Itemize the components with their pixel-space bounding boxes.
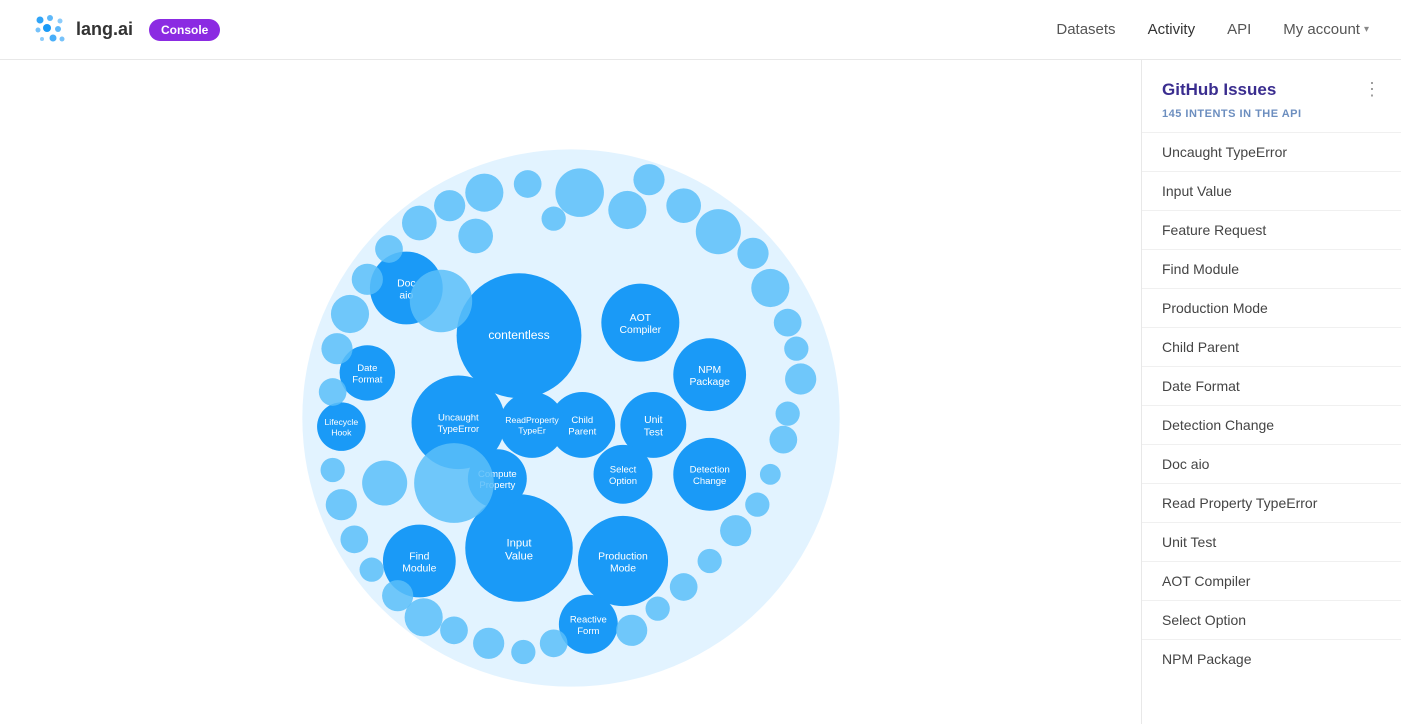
bubble-small34[interactable]: [375, 235, 403, 263]
bubble-small13[interactable]: [759, 464, 780, 485]
bubble-small14[interactable]: [745, 493, 769, 517]
main-nav: Datasets Activity API My account ▾: [1056, 21, 1369, 38]
bubble-small39[interactable]: [541, 207, 565, 231]
sidebar-item-uncaught-type-error[interactable]: Uncaught TypeError: [1142, 132, 1401, 171]
main-content: contentlessInputValueProductionModeAOTCo…: [0, 60, 1401, 724]
sidebar-item-date-format[interactable]: Date Format: [1142, 366, 1401, 405]
bubble-small22[interactable]: [473, 628, 504, 659]
sidebar-item-select-option[interactable]: Select Option: [1142, 600, 1401, 639]
bubble-small41[interactable]: [458, 219, 493, 254]
logo[interactable]: lang.ai: [32, 12, 133, 48]
bubble-small18[interactable]: [645, 597, 669, 621]
sidebar-item-read-property[interactable]: Read Property TypeError: [1142, 483, 1401, 522]
bubble-small6[interactable]: [737, 238, 768, 269]
logo-text: lang.ai: [76, 19, 133, 40]
sidebar-item-npm-package[interactable]: NPM Package: [1142, 639, 1401, 678]
nav-datasets[interactable]: Datasets: [1056, 21, 1115, 38]
bubble-small36[interactable]: [434, 190, 465, 221]
bubble-small11[interactable]: [775, 402, 799, 426]
console-button[interactable]: Console: [149, 19, 220, 41]
bubble-small42[interactable]: [414, 443, 494, 523]
bubble-small37[interactable]: [465, 174, 503, 212]
bubble-small38[interactable]: [513, 170, 541, 198]
sidebar-item-aot-compiler[interactable]: AOT Compiler: [1142, 561, 1401, 600]
sidebar-subtitle: 145 INTENTS IN THE API: [1142, 108, 1401, 132]
chevron-down-icon: ▾: [1364, 24, 1369, 35]
bubble-select-option[interactable]: SelectOption: [593, 445, 652, 504]
sidebar-more-button[interactable]: ⋮: [1363, 80, 1381, 98]
bubble-small2[interactable]: [608, 191, 646, 229]
nav-my-account[interactable]: My account ▾: [1283, 21, 1369, 38]
bubble-small25[interactable]: [382, 580, 413, 611]
bubble-reactive-form[interactable]: ReactiveForm: [558, 595, 617, 654]
bubble-small10[interactable]: [785, 363, 816, 394]
bubble-small5[interactable]: [695, 209, 740, 254]
bubble-small23[interactable]: [440, 616, 468, 644]
bubble-chart-area: contentlessInputValueProductionModeAOTCo…: [0, 60, 1141, 724]
bubble-small43[interactable]: [362, 460, 407, 505]
bubble-small1[interactable]: [555, 168, 604, 217]
bubble-small4[interactable]: [666, 188, 701, 223]
bubble-small20[interactable]: [539, 629, 567, 657]
sidebar-item-production-mode[interactable]: Production Mode: [1142, 288, 1401, 327]
bubble-small27[interactable]: [340, 525, 368, 553]
bubble-production-mode[interactable]: ProductionMode: [577, 516, 667, 606]
bubble-small7[interactable]: [751, 269, 789, 307]
sidebar-item-input-value[interactable]: Input Value: [1142, 171, 1401, 210]
bubble-small9[interactable]: [784, 337, 808, 361]
bubble-read-property[interactable]: ReadPropertyTypeEr: [499, 392, 565, 458]
bubble-small33[interactable]: [351, 264, 382, 295]
bubble-small32[interactable]: [330, 295, 368, 333]
bubble-small17[interactable]: [669, 573, 697, 601]
sidebar-item-unit-test[interactable]: Unit Test: [1142, 522, 1401, 561]
bubble-small15[interactable]: [720, 515, 751, 546]
bubble-small8[interactable]: [773, 309, 801, 337]
header: lang.ai Console Datasets Activity API My…: [0, 0, 1401, 60]
sidebar-item-child-parent[interactable]: Child Parent: [1142, 327, 1401, 366]
sidebar-header: GitHub Issues ⋮: [1142, 60, 1401, 108]
bubble-aot-compiler[interactable]: AOTCompiler: [601, 284, 679, 362]
logo-icon: [32, 12, 68, 48]
sidebar-item-feature-request[interactable]: Feature Request: [1142, 210, 1401, 249]
bubble-small21[interactable]: [511, 640, 535, 664]
nav-api[interactable]: API: [1227, 21, 1251, 38]
bubble-small16[interactable]: [697, 549, 721, 573]
bubble-small40[interactable]: [409, 270, 471, 332]
sidebar-item-find-module[interactable]: Find Module: [1142, 249, 1401, 288]
sidebar-item-doc-aio[interactable]: Doc aio: [1142, 444, 1401, 483]
bubble-lifecycle-hook[interactable]: LifecycleHook: [317, 402, 366, 451]
header-left: lang.ai Console: [32, 12, 220, 48]
bubble-small30[interactable]: [318, 378, 346, 406]
bubble-detection-change[interactable]: DetectionChange: [673, 438, 746, 511]
sidebar-list: Uncaught TypeError Input Value Feature R…: [1142, 132, 1401, 678]
bubble-small12[interactable]: [769, 426, 797, 454]
bubble-small35[interactable]: [402, 206, 437, 241]
bubble-small31[interactable]: [321, 333, 352, 364]
bubble-small3[interactable]: [633, 164, 664, 195]
bubble-small19[interactable]: [616, 615, 647, 646]
bubble-small26[interactable]: [359, 558, 383, 582]
nav-activity[interactable]: Activity: [1148, 21, 1196, 38]
sidebar-title: GitHub Issues: [1162, 80, 1276, 100]
bubble-small29[interactable]: [320, 458, 344, 482]
sidebar: GitHub Issues ⋮ 145 INTENTS IN THE API U…: [1141, 60, 1401, 724]
sidebar-item-detection-change[interactable]: Detection Change: [1142, 405, 1401, 444]
bubble-npm-package[interactable]: NPMPackage: [673, 338, 746, 411]
bubble-chart: contentlessInputValueProductionModeAOTCo…: [181, 62, 961, 722]
bubble-small28[interactable]: [325, 489, 356, 520]
